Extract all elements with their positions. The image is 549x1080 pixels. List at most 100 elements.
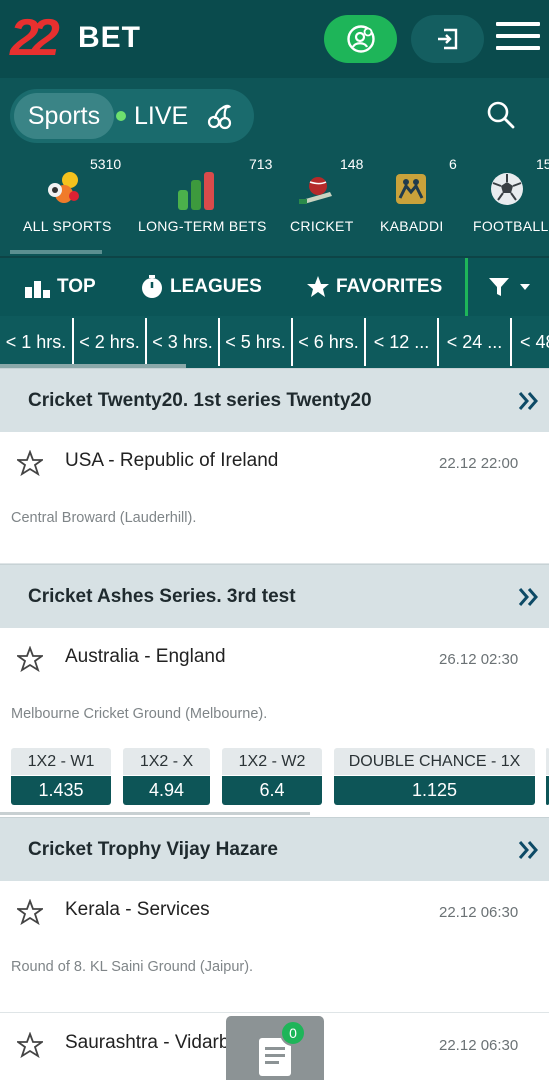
logo-number: 22 — [10, 9, 60, 67]
event-date: 22.12 06:30 — [439, 904, 519, 921]
login-icon — [437, 28, 457, 50]
double-chevron-right-icon[interactable] — [516, 838, 540, 862]
category-label: KABADDI — [380, 218, 444, 234]
time-filter-chip[interactable]: < 2 hrs. — [74, 318, 147, 366]
star-outline-icon[interactable] — [17, 450, 43, 476]
category-cricket[interactable]: 148 CRICKET — [272, 156, 368, 246]
event-teams: Saurashtra - Vidarbha — [65, 1032, 251, 1053]
sports-navigation: Sports LIVE 5310 ALL SPORTS 713 LONG-TER… — [0, 78, 549, 256]
category-long-term-bets[interactable]: 713 LONG-TERM BETS — [128, 156, 272, 246]
time-filter-chip[interactable]: < 1 hrs. — [0, 318, 74, 366]
odds-scroll-indicator — [0, 812, 310, 815]
hamburger-icon — [496, 22, 540, 26]
time-filter-chip[interactable]: < 12 ... — [366, 318, 439, 366]
logo[interactable]: 22 BET — [10, 8, 160, 68]
filter-icon — [488, 278, 509, 296]
odds-label: 1X2 - X — [123, 748, 210, 775]
tab-favorites-label: FAVORITES — [336, 276, 443, 297]
event-row[interactable]: Australia - England 26.12 02:30 Melbourn… — [0, 628, 549, 818]
event-date: 22.12 22:00 — [439, 455, 519, 472]
star-outline-icon[interactable] — [17, 1032, 43, 1058]
double-chevron-right-icon[interactable] — [516, 389, 540, 413]
league-title: Cricket Twenty20. 1st series Twenty20 — [28, 390, 372, 411]
tab-favorites[interactable]: FAVORITES — [306, 258, 442, 316]
event-venue: Central Broward (Lauderhill). — [11, 510, 197, 526]
active-category-indicator — [10, 250, 102, 254]
tab-leagues[interactable]: LEAGUES — [140, 258, 262, 316]
time-filter-chip[interactable]: < 48 — [512, 318, 549, 366]
odds-value: 4.94 — [123, 776, 210, 805]
live-dot-icon — [116, 111, 126, 121]
category-count: 713 — [249, 156, 273, 172]
odds-button[interactable]: 1X2 - X 4.94 — [123, 748, 210, 805]
category-kabaddi[interactable]: 6 KABADDI — [368, 156, 457, 246]
time-filter-chip[interactable]: < 3 hrs. — [147, 318, 220, 366]
kabaddi-icon — [396, 174, 426, 204]
odds-button[interactable]: 1X2 - W1 1.435 — [11, 748, 111, 805]
tab-top[interactable]: TOP — [25, 258, 96, 316]
league-title: Cricket Ashes Series. 3rd test — [28, 586, 296, 607]
football-icon — [491, 173, 523, 205]
tab-top-label: TOP — [57, 276, 96, 297]
top-header: 22 BET — [0, 0, 549, 78]
category-label: FOOTBALL — [473, 218, 549, 234]
odds-label: 1X2 - W1 — [11, 748, 111, 775]
odds-button[interactable]: DOUBLE CHANCE - 1X 1.125 — [334, 748, 535, 805]
live-label: LIVE — [134, 101, 189, 130]
event-date: 22.12 06:30 — [439, 1037, 519, 1054]
star-outline-icon[interactable] — [17, 646, 43, 672]
sports-toggle-button[interactable]: Sports — [14, 93, 114, 139]
sports-live-toggle: Sports LIVE — [10, 89, 254, 143]
stopwatch-icon — [142, 275, 162, 298]
tab-leagues-label: LEAGUES — [170, 276, 262, 297]
time-filter-chip[interactable]: < 24 ... — [439, 318, 512, 366]
time-filter-chip[interactable]: < 5 hrs. — [220, 318, 293, 366]
category-label: CRICKET — [290, 218, 354, 234]
event-venue: Melbourne Cricket Ground (Melbourne). — [11, 706, 268, 722]
category-count: 148 — [340, 156, 364, 172]
category-all-sports[interactable]: 5310 ALL SPORTS — [0, 156, 128, 246]
time-filter-chip[interactable]: < 6 hrs. — [293, 318, 366, 366]
category-label: LONG-TERM BETS — [138, 218, 267, 234]
search-icon[interactable] — [486, 100, 516, 130]
odds-button[interactable]: 1X2 - W2 6.4 — [222, 748, 322, 805]
odds-label: DOUBLE CHANCE - 1X — [334, 748, 535, 775]
all-sports-icon — [48, 172, 79, 203]
bet-slip-count-badge: 0 — [280, 1020, 306, 1046]
time-filter-bar: < 1 hrs. < 2 hrs. < 3 hrs. < 5 hrs. < 6 … — [0, 316, 549, 368]
event-row[interactable]: Kerala - Services 22.12 06:30 Round of 8… — [0, 881, 549, 1013]
event-teams: Australia - England — [65, 646, 226, 667]
filter-button[interactable] — [470, 258, 549, 316]
hamburger-menu-button[interactable] — [496, 22, 540, 56]
event-teams: Kerala - Services — [65, 899, 210, 920]
double-chevron-right-icon[interactable] — [516, 585, 540, 609]
event-teams: USA - Republic of Ireland — [65, 450, 279, 471]
star-icon — [307, 276, 329, 297]
category-count: 15 — [536, 156, 549, 172]
cherry-icon[interactable] — [206, 102, 234, 130]
login-button[interactable] — [411, 15, 484, 63]
event-venue: Round of 8. KL Saini Ground (Jaipur). — [11, 959, 254, 975]
bet-slip-button[interactable]: 0 — [226, 1016, 324, 1080]
hamburger-line — [496, 34, 540, 38]
category-label: ALL SPORTS — [23, 218, 112, 234]
league-title: Cricket Trophy Vijay Hazare — [28, 839, 278, 860]
category-football[interactable]: 15 FOOTBALL — [454, 156, 549, 246]
category-count: 5310 — [90, 156, 122, 172]
league-header[interactable]: Cricket Twenty20. 1st series Twenty20 — [0, 368, 549, 432]
live-toggle-button[interactable]: LIVE — [116, 89, 188, 143]
star-outline-icon[interactable] — [17, 899, 43, 925]
league-header[interactable]: Cricket Trophy Vijay Hazare — [0, 817, 549, 881]
hamburger-line — [496, 46, 540, 50]
chevron-down-icon — [519, 284, 530, 290]
odds-row: 1X2 - W1 1.435 1X2 - X 4.94 1X2 - W2 6.4… — [0, 748, 549, 805]
odds-value: 1.125 — [334, 776, 535, 805]
logo-brand: BET — [78, 21, 141, 54]
bar-chart-icon — [178, 172, 214, 210]
bar-chart-icon — [25, 281, 50, 298]
league-header[interactable]: Cricket Ashes Series. 3rd test — [0, 564, 549, 628]
event-row[interactable]: USA - Republic of Ireland 22.12 22:00 Ce… — [0, 432, 549, 564]
register-button[interactable] — [324, 15, 397, 63]
odds-value: 6.4 — [222, 776, 322, 805]
tab-bar: TOP LEAGUES FAVORITES — [0, 256, 549, 316]
